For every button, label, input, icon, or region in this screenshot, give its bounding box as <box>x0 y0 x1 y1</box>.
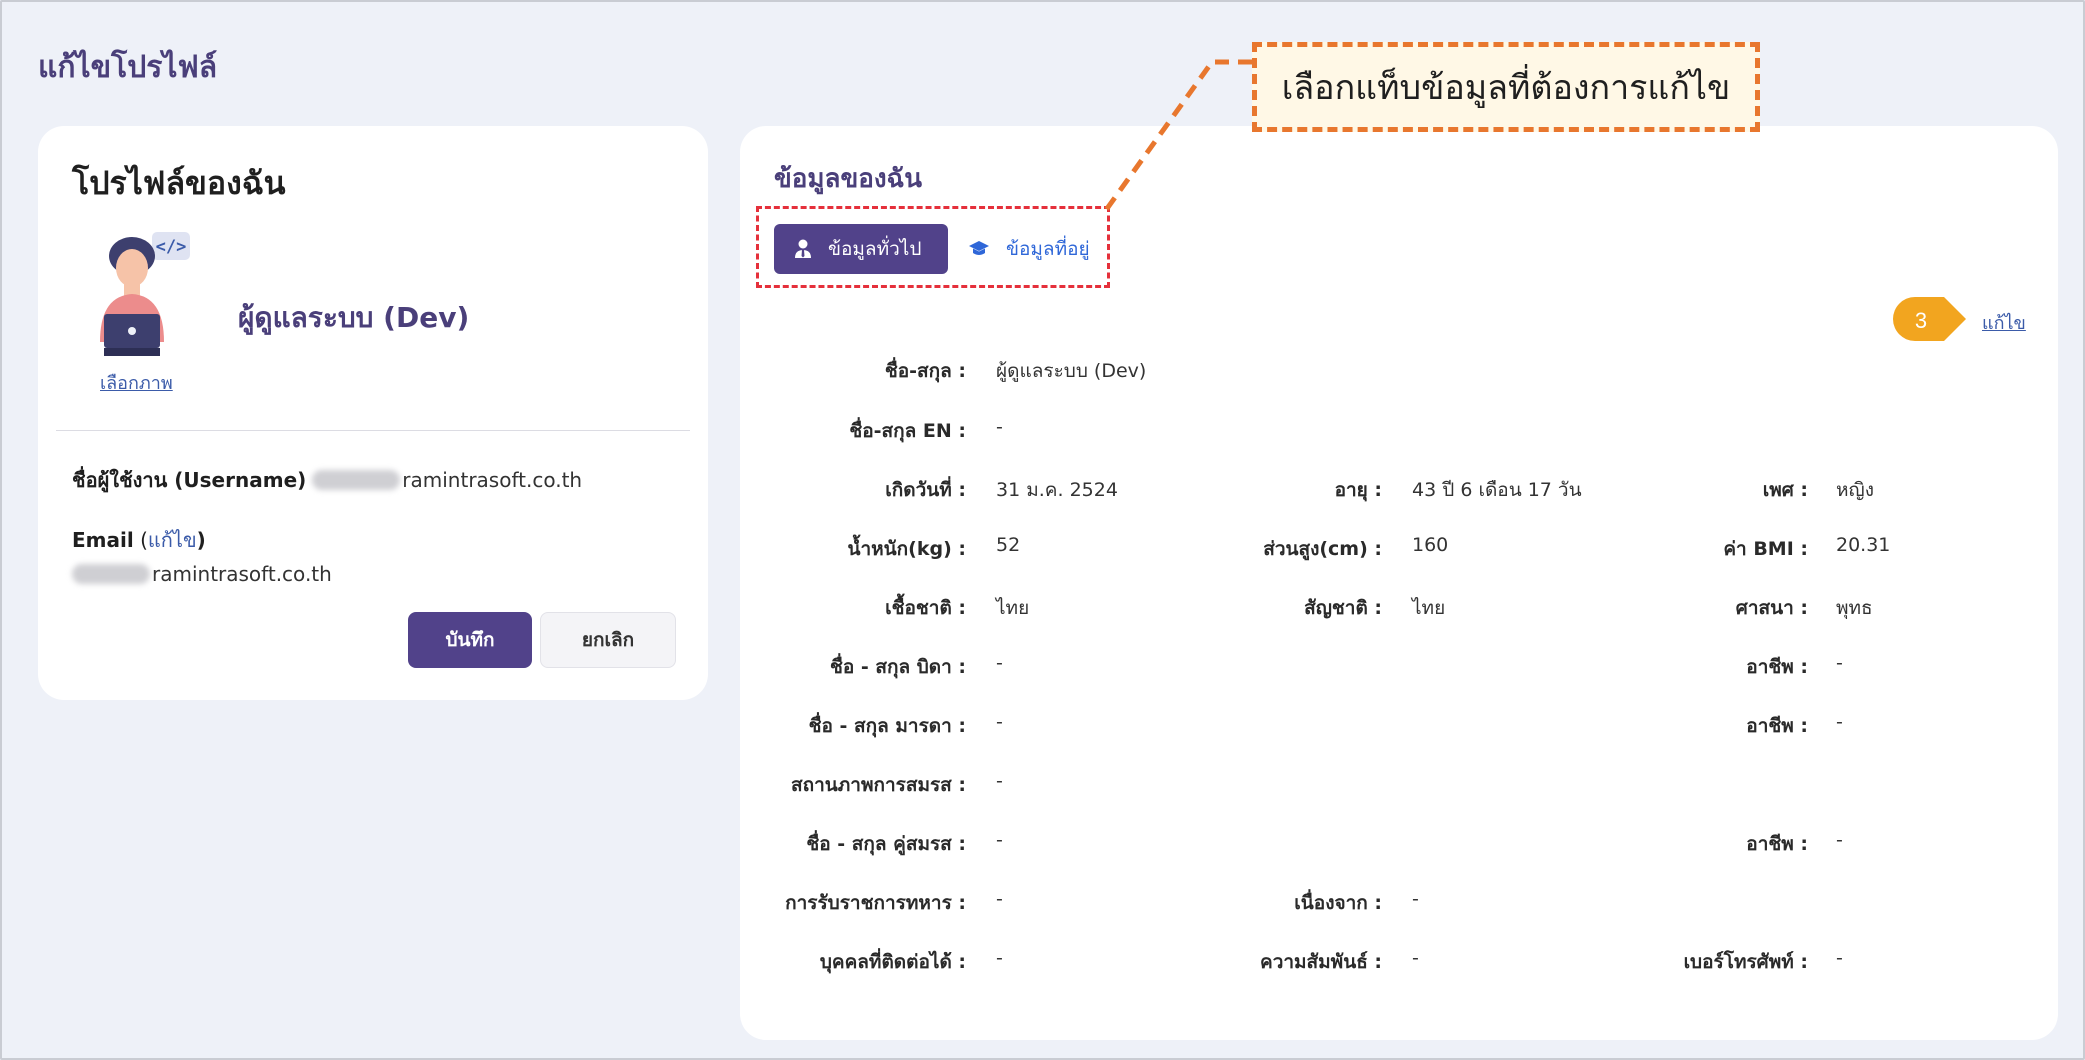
callout-note: เลือกแท็บข้อมูลที่ต้องการแก้ไข <box>1252 42 1760 132</box>
spouse-value: - <box>996 829 1003 851</box>
age-label: อายุ : <box>1334 479 1382 501</box>
profile-card-title: โปรไฟล์ของฉัน <box>72 164 286 202</box>
religion-value: พุทธ <box>1836 597 1873 619</box>
mother-value: - <box>996 711 1003 733</box>
height-label: ส่วนสูง(cm) : <box>1263 538 1382 560</box>
email-redacted <box>72 564 150 584</box>
nationality-value: ไทย <box>1412 597 1446 619</box>
email-label: Email <box>72 528 134 552</box>
reason-value: - <box>1412 888 1419 910</box>
email-edit-open: ( <box>133 528 148 552</box>
profile-display-name: ผู้ดูแลระบบ (Dev) <box>238 301 470 334</box>
tab-general-info[interactable]: ข้อมูลทั่วไป <box>774 224 948 274</box>
sex-value: หญิง <box>1836 479 1874 501</box>
birth-label: เกิดวันที่ : <box>885 479 966 501</box>
graduation-cap-icon <box>969 241 989 255</box>
contact-value: - <box>996 947 1003 969</box>
phone-value: - <box>1836 947 1843 969</box>
mother-job-value: - <box>1836 711 1843 733</box>
bmi-value: 20.31 <box>1836 534 1891 556</box>
marital-label: สถานภาพการสมรส : <box>791 774 966 796</box>
mother-job-label: อาชีพ : <box>1746 715 1808 737</box>
race-label: เชื้อชาติ : <box>885 597 966 619</box>
step-number: 3 <box>1915 308 1927 333</box>
reason-label: เนื่องจาก : <box>1294 892 1382 914</box>
svg-text:</>: </> <box>156 237 187 257</box>
father-job-label: อาชีพ : <box>1746 656 1808 678</box>
email-value-row: ramintrasoft.co.th <box>72 562 332 586</box>
age-value: 43 ปี 6 เดือน 17 วัน <box>1412 479 1582 501</box>
sex-label: เพศ : <box>1762 479 1808 501</box>
page-title: แก้ไขโปรไฟล์ <box>38 50 218 85</box>
name-en-label: ชื่อ-สกุล EN : <box>849 420 966 442</box>
save-button[interactable]: บันทึก <box>408 612 532 668</box>
relation-label: ความสัมพันธ์ : <box>1259 951 1382 973</box>
race-value: ไทย <box>996 597 1030 619</box>
weight-value: 52 <box>996 534 1021 556</box>
email-edit-close: ) <box>196 528 206 552</box>
father-value: - <box>996 652 1003 674</box>
username-label: ชื่อผู้ใช้งาน (Username) <box>72 468 307 492</box>
spouse-label: ชื่อ - สกุล คู่สมรส : <box>806 833 966 855</box>
phone-label: เบอร์โทรศัพท์ : <box>1683 951 1808 973</box>
bmi-label: ค่า BMI : <box>1723 538 1808 560</box>
step-marker: 3 <box>1893 297 1966 341</box>
avatar-illustration: </> <box>100 232 190 356</box>
weight-label: น้ำหนัก(kg) : <box>847 538 967 560</box>
name-label: ชื่อ-สกุล : <box>884 360 966 382</box>
spouse-job-label: อาชีพ : <box>1746 833 1808 855</box>
military-value: - <box>996 888 1003 910</box>
height-value: 160 <box>1412 534 1449 556</box>
marital-value: - <box>996 770 1003 792</box>
profile-card: โปรไฟล์ของฉัน </> เลือกภาพ ผู้ดูแลระบบ (… <box>38 126 708 700</box>
info-card-title: ข้อมูลของฉัน <box>774 164 923 194</box>
tab-general-info-label: ข้อมูลทั่วไป <box>828 238 922 260</box>
username-row: ชื่อผู้ใช้งาน (Username) ramintrasoft.co.… <box>72 464 582 496</box>
contact-label: บุคคลที่ติดต่อได้ : <box>819 951 966 973</box>
father-label: ชื่อ - สกุล บิดา : <box>829 656 966 678</box>
name-value: ผู้ดูแลระบบ (Dev) <box>996 360 1147 382</box>
username-redacted <box>312 470 401 490</box>
divider <box>56 430 690 431</box>
military-label: การรับราชการทหาร : <box>785 892 966 914</box>
email-label-row: Email (แก้ไข) <box>72 524 206 556</box>
user-tie-icon <box>795 239 811 258</box>
username-value: ramintrasoft.co.th <box>402 468 583 492</box>
cancel-button[interactable]: ยกเลิก <box>540 612 676 668</box>
tab-address-info[interactable]: ข้อมูลที่อยู่ <box>968 224 1090 274</box>
father-job-value: - <box>1836 652 1843 674</box>
email-edit-link[interactable]: แก้ไข <box>148 528 197 552</box>
religion-label: ศาสนา : <box>1735 597 1808 619</box>
tab-address-info-label: ข้อมูลที่อยู่ <box>1006 238 1090 260</box>
name-en-value: - <box>996 416 1003 438</box>
edit-link[interactable]: แก้ไข <box>1982 308 2026 337</box>
info-card: ข้อมูลของฉัน ข้อมูลทั่วไป ข้อมูลที่อยู่ … <box>740 126 2058 1040</box>
nationality-label: สัญชาติ : <box>1304 597 1382 619</box>
mother-label: ชื่อ - สกุล มารดา : <box>808 715 966 737</box>
choose-image-link[interactable]: เลือกภาพ <box>100 368 173 397</box>
email-value: ramintrasoft.co.th <box>152 562 332 586</box>
spouse-job-value: - <box>1836 829 1843 851</box>
relation-value: - <box>1412 947 1419 969</box>
